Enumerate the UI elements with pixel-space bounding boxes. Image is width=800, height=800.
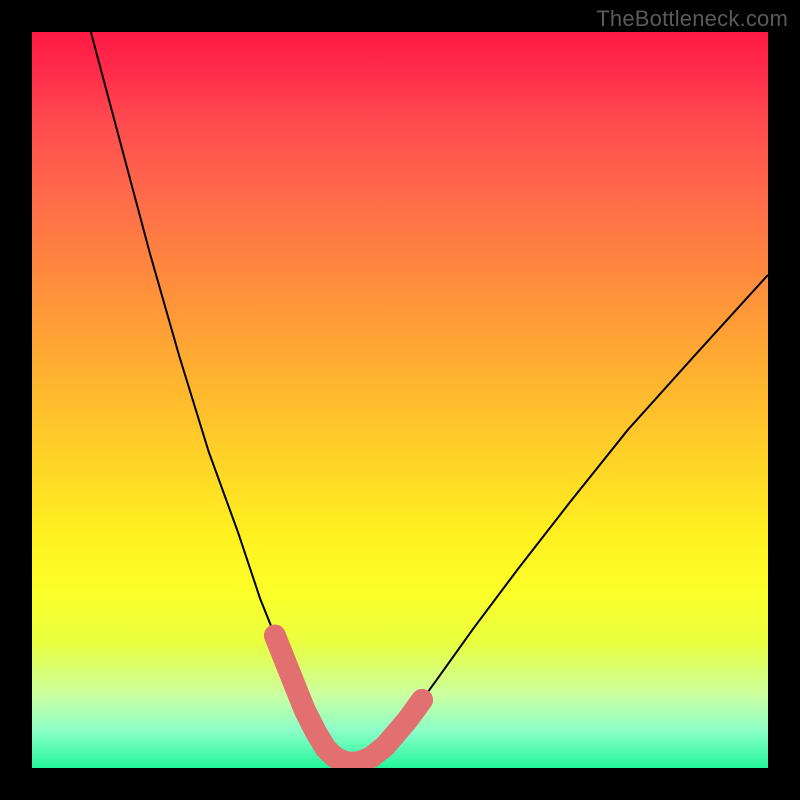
chart-highlight-left xyxy=(275,636,312,724)
chart-curve-svg xyxy=(32,32,768,768)
chart-highlight-bottom xyxy=(312,724,386,763)
chart-highlight-right xyxy=(385,700,422,746)
chart-plot-area xyxy=(32,32,768,768)
watermark-text: TheBottleneck.com xyxy=(596,6,788,32)
chart-main-curve xyxy=(91,32,768,763)
